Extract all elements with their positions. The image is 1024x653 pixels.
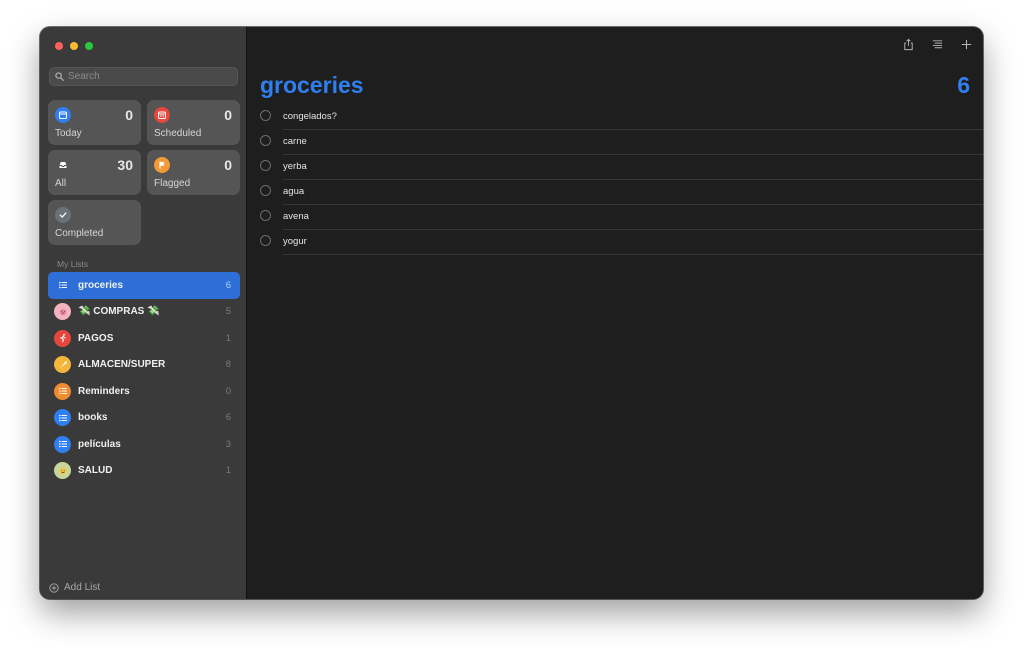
smart-list-scheduled[interactable]: 0 Scheduled [147, 100, 240, 145]
reminder-row: carne [247, 130, 983, 155]
list-name: 💸 COMPRAS 💸 [78, 306, 160, 318]
list-title: groceries [260, 72, 364, 98]
list-icon [54, 435, 71, 453]
add-list-label: Add List [64, 582, 101, 593]
checkmark-icon [55, 207, 71, 223]
list-name: SALUD [78, 465, 113, 477]
list-count: 8 [225, 359, 231, 371]
reminder-text[interactable]: carne [283, 136, 307, 147]
reminder-text[interactable]: yerba [283, 161, 307, 172]
reminder-text[interactable]: avena [283, 211, 309, 222]
my-lists-heading: My Lists [57, 259, 89, 269]
reminder-text[interactable]: congelados? [283, 111, 337, 122]
list-name: PAGOS [78, 332, 114, 344]
list-name: groceries [78, 279, 124, 291]
scheduled-count: 0 [224, 107, 232, 123]
list-count: 6 [225, 412, 231, 424]
list-name: Reminders [78, 385, 130, 397]
zoom-window-button[interactable] [85, 42, 93, 50]
list-item-groceries[interactable]: groceries 6 [48, 272, 240, 299]
list-item-compras[interactable]: 💸 COMPRAS 💸 5 [48, 299, 240, 326]
plus-circle-icon [49, 582, 59, 593]
reminder-text[interactable]: agua [283, 186, 304, 197]
reminder-text[interactable]: yogur [283, 236, 307, 247]
close-window-button[interactable] [55, 42, 63, 50]
running-person-icon [54, 329, 71, 347]
completion-checkbox[interactable] [260, 185, 271, 196]
completion-checkbox[interactable] [260, 210, 271, 221]
carrot-icon [54, 356, 71, 374]
completion-checkbox[interactable] [260, 160, 271, 171]
reminder-row: avena [247, 205, 983, 230]
completion-checkbox[interactable] [260, 110, 271, 121]
today-count: 0 [125, 107, 133, 123]
calendar-today-icon [55, 107, 71, 123]
list-count: 1 [225, 465, 231, 477]
list-item-salud[interactable]: SALUD 1 [48, 458, 240, 485]
smart-list-all[interactable]: 30 All [48, 150, 141, 195]
list-item-books[interactable]: books 6 [48, 405, 240, 432]
smiley-face-icon [54, 462, 71, 480]
smart-list-flagged[interactable]: 0 Flagged [147, 150, 240, 195]
reminder-row: agua [247, 180, 983, 205]
all-count: 30 [117, 157, 133, 173]
main-pane: groceries 6 congelados? carne yerba agua [247, 27, 983, 599]
smart-list-completed[interactable]: Completed [48, 200, 141, 245]
pig-face-icon [54, 303, 71, 321]
flag-icon [154, 157, 170, 173]
list-name: películas [78, 438, 121, 450]
list-item-count: 6 [957, 72, 970, 98]
reminder-row: congelados? [247, 105, 983, 130]
flagged-label: Flagged [154, 178, 191, 189]
add-icon[interactable] [960, 38, 973, 51]
list-item-peliculas[interactable]: películas 3 [48, 431, 240, 458]
list-count: 1 [225, 332, 231, 344]
share-icon[interactable] [902, 38, 915, 51]
reminder-row: yogur [247, 230, 983, 255]
tray-icon [55, 157, 71, 173]
search-icon [55, 72, 64, 81]
add-list-button[interactable]: Add List [49, 582, 100, 593]
list-item-pagos[interactable]: PAGOS 1 [48, 325, 240, 352]
toolbar [902, 38, 973, 51]
completion-checkbox[interactable] [260, 235, 271, 246]
list-name: books [78, 412, 108, 424]
list-icon [54, 382, 71, 400]
smart-list-today[interactable]: 0 Today [48, 100, 141, 145]
today-label: Today [55, 128, 82, 139]
scheduled-label: Scheduled [154, 128, 202, 139]
calendar-scheduled-icon [154, 107, 170, 123]
flagged-count: 0 [224, 157, 232, 173]
reminders-window: 0 Today 0 Scheduled 30 All [40, 27, 983, 599]
list-name: ALMACEN/SUPER [78, 359, 166, 371]
list-count: 5 [225, 306, 231, 318]
view-options-icon[interactable] [931, 38, 944, 51]
all-label: All [55, 178, 67, 189]
reminder-row: yerba [247, 155, 983, 180]
my-lists: groceries 6 💸 COMPRAS 💸 5 PAGOS 1 ALMACE… [48, 272, 240, 484]
row-divider [283, 254, 983, 255]
list-count: 3 [225, 438, 231, 450]
window-controls [55, 42, 93, 50]
completion-checkbox[interactable] [260, 135, 271, 146]
search-field[interactable] [49, 67, 238, 86]
list-item-reminders[interactable]: Reminders 0 [48, 378, 240, 405]
list-count: 6 [225, 279, 231, 291]
search-input[interactable] [68, 71, 228, 82]
list-icon [54, 277, 71, 294]
completed-label: Completed [55, 228, 104, 239]
minimize-window-button[interactable] [70, 42, 78, 50]
sidebar: 0 Today 0 Scheduled 30 All [40, 27, 247, 599]
list-item-almacen-super[interactable]: ALMACEN/SUPER 8 [48, 352, 240, 379]
list-icon [54, 409, 71, 427]
reminder-items: congelados? carne yerba agua avena yogur [247, 105, 983, 255]
list-count: 0 [225, 385, 231, 397]
